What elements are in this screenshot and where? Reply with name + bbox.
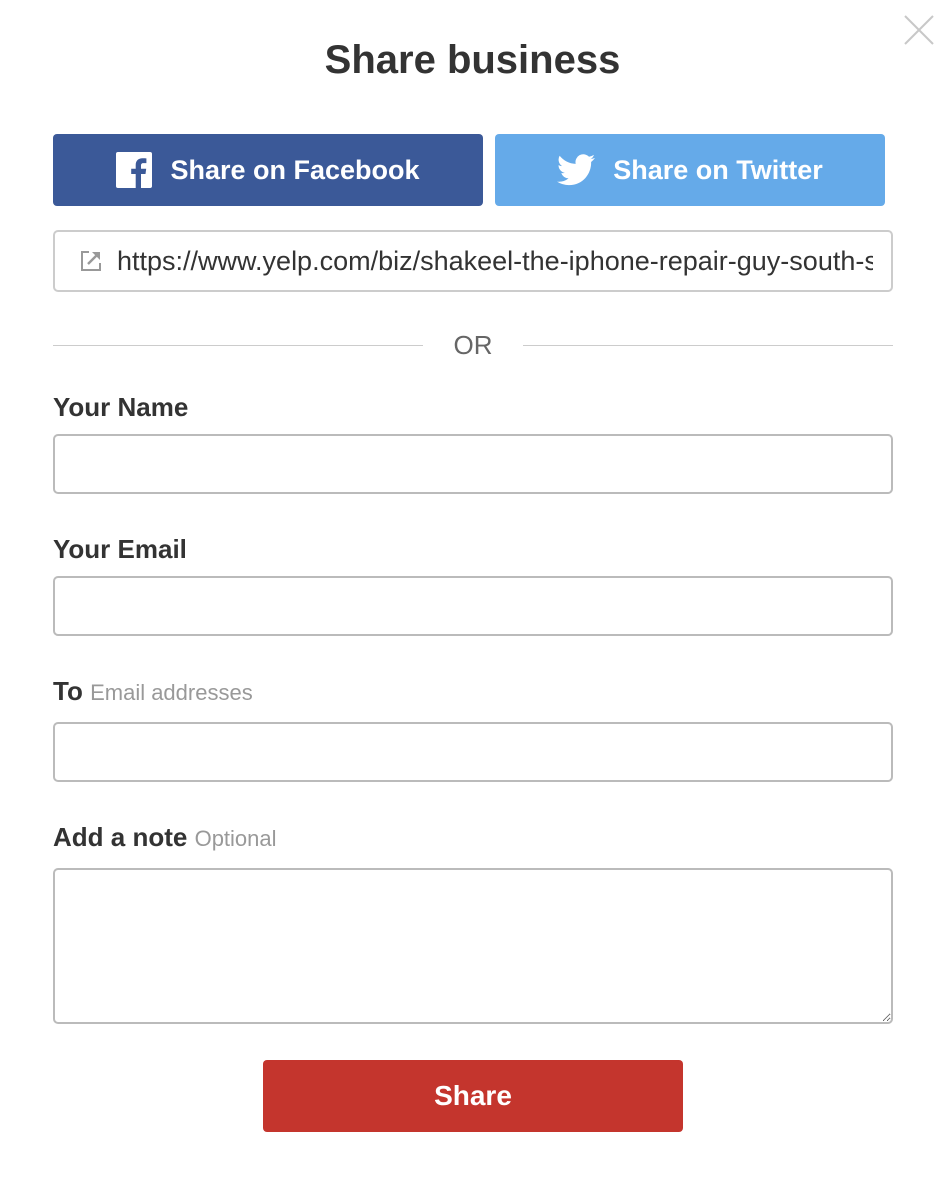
to-hint: Email addresses	[90, 680, 253, 705]
twitter-icon	[557, 154, 596, 186]
divider-line	[523, 345, 893, 346]
facebook-icon	[116, 152, 153, 188]
your-name-input[interactable]	[53, 434, 893, 494]
your-email-label: Your Email	[53, 533, 187, 565]
share-on-facebook-label: Share on Facebook	[170, 154, 420, 185]
add-note-textarea[interactable]	[53, 868, 893, 1024]
or-divider: OR	[53, 328, 893, 362]
share-link-input[interactable]	[117, 245, 873, 277]
to-label-text: To	[53, 676, 83, 706]
to-email-addresses-input[interactable]	[53, 722, 893, 782]
your-name-label: Your Name	[53, 391, 188, 423]
share-button[interactable]: Share	[263, 1060, 683, 1132]
external-link-icon	[79, 249, 103, 273]
to-label: To Email addresses	[53, 675, 253, 709]
share-on-facebook-button[interactable]: Share on Facebook	[53, 134, 483, 206]
add-note-label: Add a note Optional	[53, 821, 277, 855]
modal-title: Share business	[324, 38, 621, 82]
your-email-label-text: Your Email	[53, 534, 187, 564]
share-on-twitter-button[interactable]: Share on Twitter	[495, 134, 885, 206]
your-email-input[interactable]	[53, 576, 893, 636]
your-name-label-text: Your Name	[53, 392, 189, 422]
add-note-hint: Optional	[194, 826, 277, 851]
add-note-label-text: Add a note	[53, 822, 188, 852]
share-business-modal: Share business Share on Facebook Share o…	[0, 0, 945, 1190]
share-link-box[interactable]	[53, 230, 893, 292]
share-on-twitter-label: Share on Twitter	[613, 154, 823, 185]
